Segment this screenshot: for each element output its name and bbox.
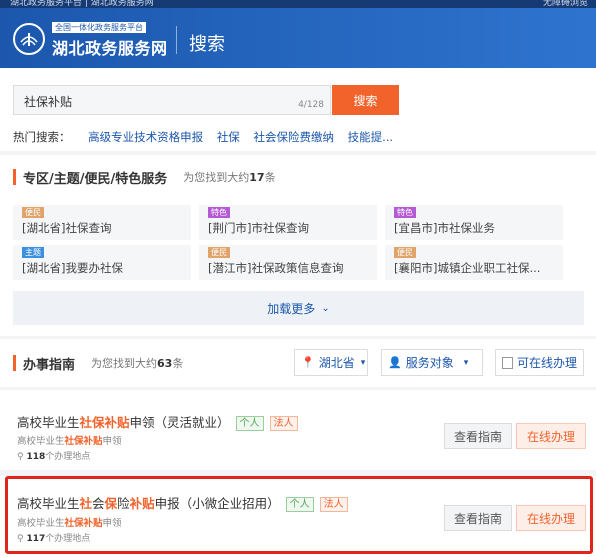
chevron-down-icon: ▾ [463, 357, 469, 368]
special-services-title: 专区/主题/便民/特色服务 [23, 171, 168, 187]
load-more-button[interactable]: 加载更多 ⌄ [13, 291, 584, 325]
guide-list-item[interactable]: 高校毕业生社会保险补贴申报（小微企业招用） 个人 法人 高校毕业生社保补贴申领 ⚲ … [0, 476, 596, 557]
top-strip-left-text: 湖北政务服务平台 | 湖北政务服务网 [10, 0, 154, 8]
card-title[interactable]: [潜江市]社保政策信息查询 [208, 260, 343, 276]
search-char-count: 4/128 [298, 100, 324, 110]
guide-item-title[interactable]: 高校毕业生社保补贴申领（灵活就业） 个人 法人 [17, 412, 298, 431]
guide-item-title[interactable]: 高校毕业生社会保险补贴申报（小微企业招用） 个人 法人 [17, 493, 348, 512]
service-target-label: 服务对象 [405, 356, 454, 370]
card-tag: 便民 [208, 247, 230, 258]
hot-keyword[interactable]: 社会保险费缴纳 [253, 130, 334, 144]
tag-personal: 个人 [285, 497, 314, 512]
tag-legal-person: 法人 [269, 416, 298, 431]
guide-item-locations: ⚲ 117个办理地点 [17, 534, 91, 544]
service-target-filter[interactable]: 👤 服务对象 ▾ [381, 349, 483, 376]
guide-item-locations: ⚲ 118个办理地点 [17, 452, 91, 462]
service-card[interactable]: 特色 [荆门市]市社保查询 [199, 205, 377, 240]
card-title[interactable]: [湖北省]我要办社保 [22, 260, 123, 276]
guide-title: 办事指南 [23, 357, 76, 373]
hot-keyword[interactable]: 技能提... [348, 130, 393, 144]
service-card[interactable]: 便民 [湖北省]社保查询 [13, 205, 191, 240]
card-title[interactable]: [湖北省]社保查询 [22, 220, 111, 236]
online-apply-button[interactable]: 在线办理 [516, 505, 586, 531]
header-divider [176, 26, 177, 54]
card-title[interactable]: [宜昌市]市社保业务 [394, 220, 495, 236]
card-title[interactable]: [荆门市]市社保查询 [208, 220, 309, 236]
card-tag: 主题 [22, 247, 44, 258]
search-input[interactable]: 社保补贴 4/128 [13, 85, 331, 115]
guide-item-subtitle: 高校毕业生社保补贴申领 [17, 436, 122, 447]
hot-keyword[interactable]: 高级专业技术资格申报 [88, 130, 203, 144]
card-tag: 特色 [394, 207, 416, 218]
card-title[interactable]: [襄阳市]城镇企业职工社保... [394, 260, 540, 276]
tag-personal: 个人 [235, 416, 264, 431]
service-card[interactable]: 便民 [潜江市]社保政策信息查询 [199, 245, 377, 280]
guide-item-subtitle: 高校毕业生社保补贴申领 [17, 518, 122, 529]
online-filter-label: 可在线办理 [516, 356, 577, 370]
top-strip: 湖北政务服务平台 | 湖北政务服务网 无障碍浏览 [0, 0, 596, 8]
online-apply-button[interactable]: 在线办理 [516, 423, 586, 449]
region-filter-label: 湖北省 [318, 356, 355, 370]
special-services-count: 为您找到大约17条 [183, 171, 276, 184]
guide-count: 为您找到大约63条 [91, 357, 184, 370]
service-card[interactable]: 特色 [宜昌市]市社保业务 [385, 205, 563, 240]
tag-legal-person: 法人 [319, 497, 348, 512]
hot-searches: 热门搜索： 高级专业技术资格申报 社保 社会保险费缴纳 技能提... [13, 129, 403, 145]
user-icon: 👤 [388, 356, 402, 369]
section-accent-bar [13, 169, 16, 185]
search-input-value[interactable]: 社保补贴 [24, 93, 72, 110]
logo-subtitle: 全国一体化政务服务平台 [52, 22, 146, 33]
online-checkbox[interactable] [502, 356, 513, 369]
load-more-label: 加载更多 [267, 301, 316, 316]
location-pin-icon: 📍 [301, 356, 315, 369]
view-guide-button[interactable]: 查看指南 [444, 423, 512, 449]
page-title: 搜索 [189, 34, 225, 55]
guide-list-item[interactable]: 高校毕业生社保补贴申领（灵活就业） 个人 法人 高校毕业生社保补贴申领 ⚲ 118个… [0, 390, 596, 470]
section-accent-bar [13, 355, 16, 371]
hubei-emblem-icon[interactable] [13, 23, 45, 55]
card-tag: 便民 [394, 247, 416, 258]
view-guide-button[interactable]: 查看指南 [444, 505, 512, 531]
card-tag: 特色 [208, 207, 230, 218]
hot-search-label: 热门搜索： [13, 130, 71, 144]
hot-keyword[interactable]: 社保 [217, 130, 240, 144]
chevron-down-icon: ▾ [360, 357, 366, 368]
card-tag: 便民 [22, 207, 44, 218]
site-logo-title[interactable]: 湖北政务服务网 [52, 35, 168, 59]
special-services-heading: 专区/主题/便民/特色服务 为您找到大约17条 [13, 168, 276, 187]
accessibility-link[interactable]: 无障碍浏览 [543, 0, 588, 8]
online-filter[interactable]: 可在线办理 [495, 349, 584, 376]
service-card[interactable]: 便民 [襄阳市]城镇企业职工社保... [385, 245, 563, 280]
region-filter[interactable]: 📍 湖北省 ▾ [294, 349, 368, 376]
guide-heading: 办事指南 为您找到大约63条 [13, 354, 184, 373]
service-card[interactable]: 主题 [湖北省]我要办社保 [13, 245, 191, 280]
site-header: 全国一体化政务服务平台 湖北政务服务网 搜索 [0, 8, 596, 68]
chevron-down-icon: ⌄ [321, 302, 330, 314]
search-button[interactable]: 搜索 [332, 85, 399, 115]
